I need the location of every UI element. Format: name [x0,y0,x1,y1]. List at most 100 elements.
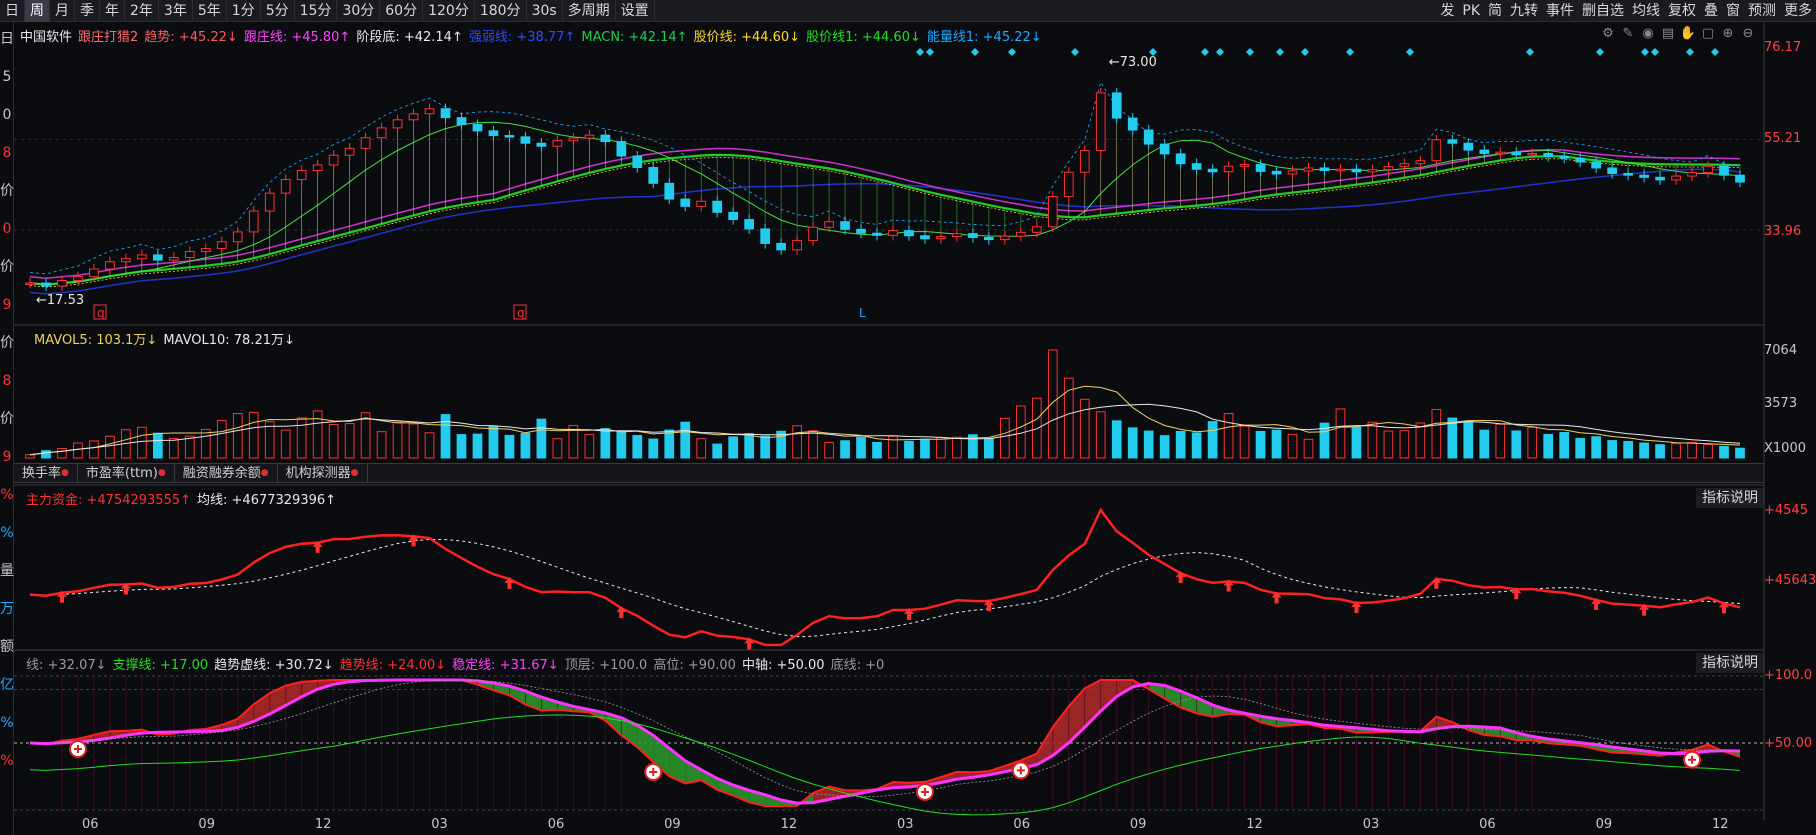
candle-body [41,282,51,287]
candle-body [1639,174,1649,178]
candle-body [184,251,195,258]
x-axis-tick-label: 03 [431,817,448,832]
volume-bar [1143,430,1154,459]
candle-body [1303,167,1314,172]
volume-bar [1047,349,1058,459]
candle-body [1399,163,1410,168]
candle-body [216,241,227,250]
candle-body [984,236,994,241]
candle-body [1079,149,1090,173]
signal-diamond-icon [1071,48,1079,56]
candle-body [1255,164,1266,172]
signal-diamond-icon [1346,48,1354,56]
candle-body [168,256,179,261]
candle-body [1223,165,1234,173]
volume-bar [1719,445,1729,459]
volume-bar [1415,422,1426,459]
x-axis-tick-label: 06 [1479,817,1496,832]
volume-bar [632,435,643,459]
candle-body [744,219,755,230]
volume-bar [616,431,627,459]
volume-bar [856,436,866,459]
volume-bar [472,433,483,459]
signal-diamond-icon [1641,48,1649,56]
volume-bar [328,424,339,459]
candle-body [1191,163,1202,170]
candle-body [296,170,307,180]
signal-diamond-icon [1526,48,1534,56]
volume-bar [824,442,834,459]
volume-bar [296,417,307,459]
volume-bar [1351,426,1362,459]
signal-diamond-icon [1406,48,1414,56]
signal-diamond-icon [1711,48,1719,56]
signal-mark: L [859,306,866,320]
volume-bar [1495,423,1506,459]
signal-diamond-icon [1246,48,1254,56]
candle-body [248,210,259,233]
volume-bar [1527,426,1538,459]
volume-bar [424,432,435,459]
signal-diamond-icon [1276,48,1284,56]
volume-bar [1287,434,1298,459]
candle-body [392,119,403,129]
candle-body [121,258,131,263]
volume-bar [760,435,770,459]
volume-bar [1031,397,1042,459]
volume-bar [1639,442,1649,459]
signal-diamond-icon [1201,48,1209,56]
signal-mark: q [517,306,525,320]
candle-body [472,123,483,132]
candle-body [1271,170,1282,175]
candle-body [520,136,531,144]
volume-bar [200,428,211,459]
candle-body [1543,152,1554,157]
candle-body [1527,152,1538,156]
signal-diamond-icon [926,48,934,56]
candle-body [952,233,962,238]
candle-body [904,230,914,237]
volume-bar [408,423,419,459]
volume-bar [744,433,755,459]
candle-body [1591,161,1602,169]
volume-bar [57,448,67,459]
candle-body [664,182,675,200]
x-axis-tick-label: 12 [1712,817,1729,832]
candle-body [1431,139,1442,162]
stock-chart-canvas[interactable]: ←73.00 ←17.53 q q L 06 09 12 03 06 09 12 03 06 09 12 03 0… [0,0,1816,835]
candle-body [1655,176,1665,181]
candle-body [1447,139,1458,144]
volume-bar [41,450,51,459]
x-axis-tick-label: 12 [315,817,332,832]
candle-body [1383,166,1394,171]
volume-bar [1399,430,1410,459]
candle-body [600,134,611,143]
volume-bar [1687,442,1697,459]
signal-diamond-icon [1008,48,1016,56]
volume-bar [1623,440,1633,459]
volume-bar [840,440,850,459]
candle-body [456,117,467,125]
candle-body [1495,151,1506,155]
candle-body [57,280,67,287]
volume-bar [1655,444,1665,459]
volume-bar [232,413,243,459]
signal-diamond-icon [1596,48,1604,56]
candle-body [1175,153,1186,165]
volume-bar [1591,436,1602,459]
candle-body [408,113,419,121]
x-axis-tick-label: 03 [897,817,914,832]
x-axis-tick-label: 09 [664,817,681,832]
candle-body [1623,173,1633,176]
candle-body [1000,235,1010,241]
buy-arrow-icon [616,606,627,619]
volume-bar [1335,408,1346,459]
volume-bar [1303,438,1314,459]
volume-bar [312,410,323,459]
volume-bar [680,421,691,459]
x-axis-tick-label: 03 [1363,817,1380,832]
volume-bar [728,436,739,459]
candle-body [840,221,850,230]
candle-body [1479,149,1490,154]
volume-bar [137,426,147,459]
